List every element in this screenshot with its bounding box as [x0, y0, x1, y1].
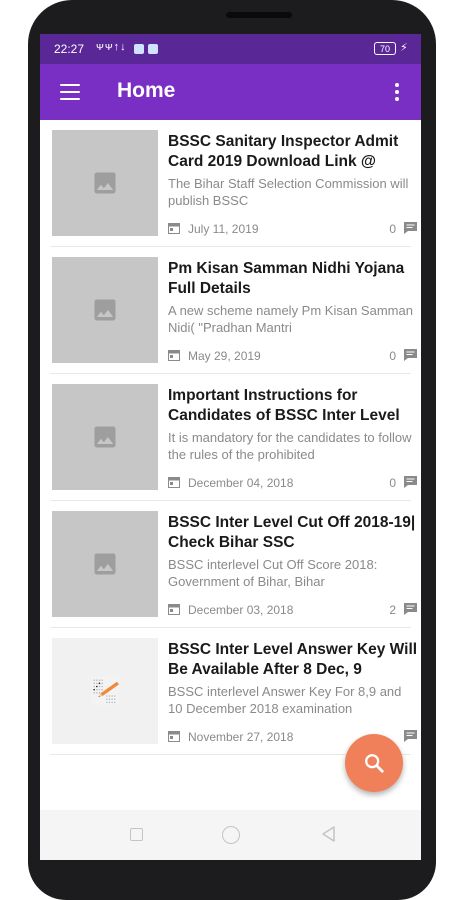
image-placeholder-icon — [52, 257, 158, 363]
post-excerpt: The Bihar Staff Selection Commission wil… — [168, 176, 409, 208]
list-item[interactable]: Important Instructions for Candidates of… — [50, 374, 417, 501]
post-title: BSSC Inter Level Cut Off 2018-19| Check … — [168, 514, 416, 551]
comment-count: 0 — [389, 222, 396, 236]
bluetooth-icon — [134, 44, 144, 54]
earpiece — [226, 12, 292, 18]
gallery-notification-icon — [148, 44, 158, 54]
post-meta: December 03, 2018 2 — [168, 602, 418, 618]
calendar-icon — [168, 477, 180, 488]
image-placeholder-icon — [52, 130, 158, 236]
list-item[interactable]: BSSC Inter Level Answer Key Will Be Avai… — [50, 628, 417, 755]
list-item[interactable]: BSSC Inter Level Cut Off 2018-19| Check … — [50, 501, 417, 628]
post-excerpt: It is mandatory for the candidates to fo… — [168, 430, 412, 462]
post-title: BSSC Sanitary Inspector Admit Card 2019 … — [168, 133, 399, 170]
hamburger-menu-icon[interactable] — [60, 84, 80, 100]
back-button[interactable] — [320, 825, 338, 843]
comment-count: 0 — [389, 349, 396, 363]
comment-icon — [404, 730, 417, 742]
post-date: December 03, 2018 — [188, 603, 294, 617]
comment-icon — [404, 222, 417, 234]
comment-icon — [404, 476, 417, 488]
calendar-icon — [168, 350, 180, 361]
post-date: May 29, 2019 — [188, 349, 261, 363]
status-bar: 22:27 ᴪᴪ↑↓ 70 ⚡ — [40, 34, 421, 64]
post-excerpt: A new scheme namely Pm Kisan Samman Nidi… — [168, 303, 413, 335]
post-date: December 04, 2018 — [188, 476, 294, 490]
recents-button[interactable] — [130, 828, 143, 841]
post-excerpt: BSSC interlevel Cut Off Score 2018: Gove… — [168, 557, 378, 589]
screen: 22:27 ᴪᴪ↑↓ 70 ⚡ Home BSSC Sanitary Inspe… — [40, 34, 421, 860]
list-item[interactable]: Pm Kisan Samman Nidhi Yojana Full Detail… — [50, 247, 417, 374]
post-meta: July 11, 2019 0 — [168, 221, 418, 237]
comment-count: 2 — [389, 603, 396, 617]
comment-icon — [404, 349, 417, 361]
signal-icon: ᴪᴪ↑↓ — [96, 41, 127, 53]
image-placeholder-icon — [52, 511, 158, 617]
post-meta: December 04, 2018 0 — [168, 475, 418, 491]
post-list: BSSC Sanitary Inspector Admit Card 2019 … — [40, 120, 421, 755]
battery-icon: 70 — [374, 42, 396, 55]
post-title: BSSC Inter Level Answer Key Will Be Avai… — [168, 641, 418, 678]
search-fab-button[interactable] — [345, 734, 403, 792]
app-bar: Home — [40, 64, 421, 120]
home-button[interactable] — [222, 826, 240, 844]
calendar-icon — [168, 731, 180, 742]
post-meta: May 29, 2019 0 — [168, 348, 418, 364]
answer-sheet-thumbnail — [52, 638, 158, 744]
comment-icon — [404, 603, 417, 615]
post-date: July 11, 2019 — [188, 222, 259, 236]
comment-count: 0 — [389, 476, 396, 490]
system-nav-bar — [40, 810, 421, 860]
image-placeholder-icon — [52, 384, 158, 490]
calendar-icon — [168, 223, 180, 234]
search-icon — [365, 754, 384, 773]
calendar-icon — [168, 604, 180, 615]
status-time: 22:27 — [54, 42, 85, 56]
list-item[interactable]: BSSC Sanitary Inspector Admit Card 2019 … — [50, 120, 417, 247]
post-date: November 27, 2018 — [188, 730, 294, 744]
more-vert-icon[interactable] — [392, 80, 402, 104]
post-excerpt: BSSC interlevel Answer Key For 8,9 and 1… — [168, 684, 402, 716]
post-title: Pm Kisan Samman Nidhi Yojana Full Detail… — [168, 260, 405, 297]
charging-icon: ⚡ — [400, 42, 408, 54]
page-title: Home — [117, 79, 176, 102]
post-title: Important Instructions for Candidates of… — [168, 387, 400, 424]
